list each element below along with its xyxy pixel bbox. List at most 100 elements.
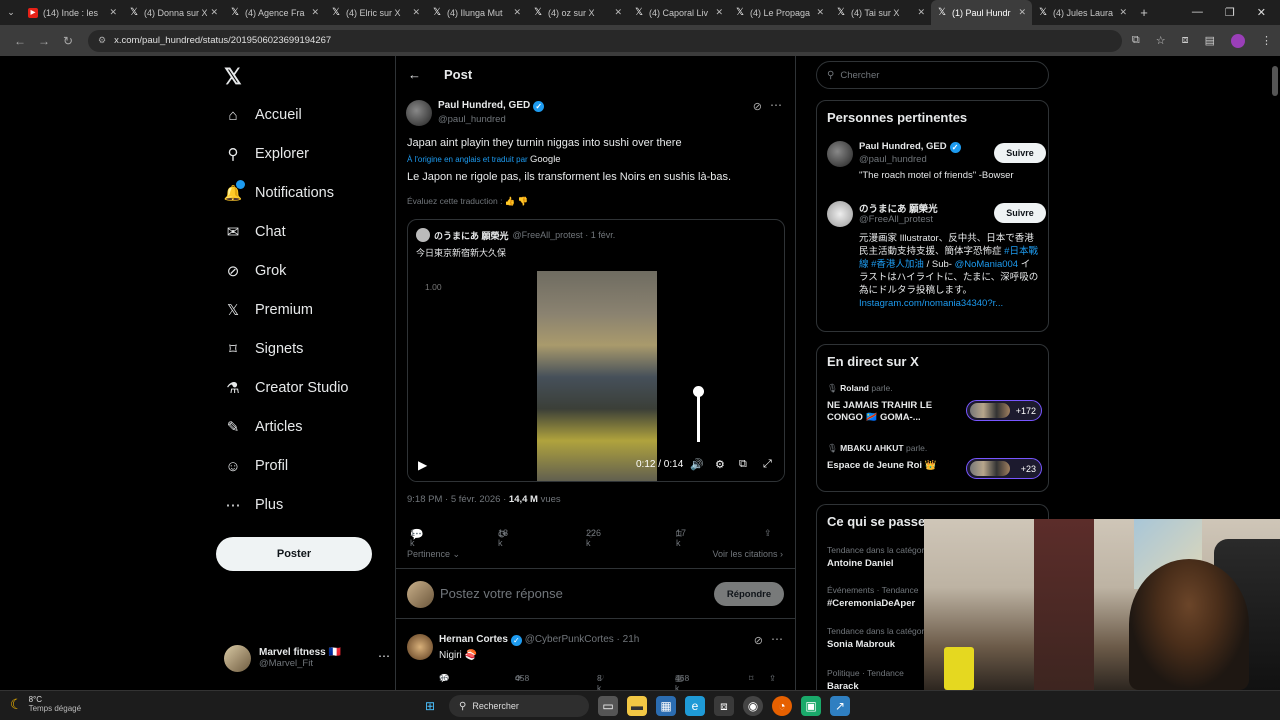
edge-icon[interactable]: e (685, 696, 705, 716)
url-input[interactable]: ⚙ x.com/paul_hundred/status/201950602369… (88, 29, 1122, 52)
close-tab-icon[interactable]: ✕ (109, 7, 117, 18)
share-icon[interactable]: ⇪ (764, 528, 772, 539)
follow-button[interactable]: Suivre (994, 143, 1046, 163)
browser-tab[interactable]: 𝕏 (4) Elric sur X ✕ (325, 0, 426, 25)
video-player[interactable]: 1.00 ▶ 0:12 / 0:14 🔊 ⚙ ⧉ ⤢ (408, 265, 784, 481)
reply-post[interactable]: Hernan Cortes ✓ @CyberPunkCortes · 21h Ni… (407, 632, 787, 693)
nav-item-accueil[interactable]: ⌂ Accueil (224, 100, 301, 130)
grok-icon[interactable]: ⊘ (753, 100, 762, 113)
sort-dropdown[interactable]: Pertinence ⌄ (407, 549, 460, 559)
play-icon[interactable]: ▶ (418, 458, 427, 472)
install-icon[interactable]: ⧉ (1132, 34, 1140, 48)
author-name[interactable]: Paul Hundred, GED ✓ (438, 100, 545, 112)
nav-item-plus[interactable]: ⋯ Plus (224, 490, 284, 520)
x-logo-icon[interactable]: 𝕏 (224, 64, 242, 90)
nav-item-profil[interactable]: ☺ Profil (224, 451, 288, 481)
sidebar-icon[interactable]: ▤ (1205, 34, 1215, 48)
chrome-icon[interactable]: ◉ (743, 696, 763, 716)
taskbar-search[interactable]: ⚲ Rechercher (449, 695, 589, 717)
app-icon[interactable]: ▣ (801, 696, 821, 716)
video-frame[interactable] (537, 271, 657, 481)
browser-tab[interactable]: ▸ (14) Inde : les ✕ (22, 0, 123, 25)
volume-knob[interactable] (693, 386, 704, 397)
close-tab-icon[interactable]: ✕ (614, 7, 622, 18)
microsoft-store-icon[interactable]: ⧈ (714, 696, 734, 716)
view-quotes-link[interactable]: Voir les citations › (712, 549, 783, 559)
quoted-post[interactable]: のうまにあ 願榮光 @FreeAll_protest · 1 févr. 今日東… (407, 219, 785, 482)
reload-icon[interactable]: ↻ (56, 34, 80, 48)
close-tab-icon[interactable]: ✕ (1119, 7, 1127, 18)
space-listeners-pill[interactable]: +172 (966, 400, 1042, 421)
browser-tab[interactable]: 𝕏 (4) Agence Fra ✕ (224, 0, 325, 25)
site-info-icon[interactable]: ⚙ (98, 35, 106, 46)
back-arrow-icon[interactable]: ← (8, 34, 32, 48)
more-icon[interactable]: ⋯ (770, 98, 782, 112)
nav-item-creator-studio[interactable]: ⚗ Creator Studio (224, 373, 348, 403)
profile-avatar[interactable] (1231, 33, 1245, 48)
close-tab-icon[interactable]: ✕ (1018, 7, 1026, 18)
close-tab-icon[interactable]: ✕ (513, 7, 521, 18)
browser-tab[interactable]: 𝕏 (1) Paul Hundr ✕ (931, 0, 1032, 25)
scrollbar-thumb[interactable] (1272, 66, 1278, 96)
nav-item-notifications[interactable]: 🔔 Notifications (224, 178, 334, 208)
extensions-icon[interactable]: ⧈ (1182, 34, 1189, 48)
weather-widget[interactable]: ☾ 8°C Temps dégagé (10, 695, 81, 713)
bookmark-star-icon[interactable]: ☆ (1156, 34, 1166, 48)
grok-icon[interactable]: ⊘ (754, 634, 763, 647)
windows-start-icon[interactable]: ⊞ (420, 696, 440, 716)
close-tab-icon[interactable]: ✕ (917, 7, 925, 18)
avatar[interactable] (406, 100, 432, 126)
close-tab-icon[interactable]: ✕ (816, 7, 824, 18)
task-view-icon[interactable]: ▭ (598, 696, 618, 716)
nav-item-chat[interactable]: ✉ Chat (224, 217, 286, 247)
thumbs-up-icon[interactable]: 👍 (505, 196, 516, 206)
thumbs-down-icon[interactable]: 👎 (518, 196, 529, 206)
firefox-icon[interactable]: ◔ (772, 696, 792, 716)
nav-item-grok[interactable]: ⊘ Grok (224, 256, 287, 286)
author-handle[interactable]: @paul_hundred (438, 114, 506, 125)
live-space-item[interactable]: 🎙 MBAKU AHKUT parle. Espace de Jeune Roi… (827, 443, 1042, 479)
more-icon[interactable]: ⋯ (771, 632, 783, 646)
settings-gear-icon[interactable]: ⚙ (715, 458, 725, 471)
back-arrow-icon[interactable]: ← (408, 67, 428, 82)
more-icon[interactable]: ⋯ (378, 649, 390, 663)
browser-tab[interactable]: 𝕏 (4) Le Propaga ✕ (729, 0, 830, 25)
tab-list-icon[interactable]: ⌄ (0, 7, 22, 18)
close-tab-icon[interactable]: ✕ (715, 7, 723, 18)
close-tab-icon[interactable]: ✕ (412, 7, 420, 18)
mention-link[interactable]: @NoMania004 (955, 259, 1019, 270)
new-tab-button[interactable]: + (1133, 5, 1155, 20)
post-button[interactable]: Poster (216, 537, 372, 571)
browser-tab[interactable]: 𝕏 (4) Tai sur X ✕ (830, 0, 931, 25)
menu-kebab-icon[interactable]: ⋮ (1261, 34, 1272, 48)
reply-author[interactable]: Hernan Cortes ✓ @CyberPunkCortes · 21h (439, 634, 639, 646)
instagram-link[interactable]: Instagram.com/nomania34340?r... (859, 298, 1003, 309)
pip-icon[interactable]: ⧉ (739, 458, 747, 471)
reply-submit-button[interactable]: Répondre (714, 582, 784, 606)
nav-item-explorer[interactable]: ⚲ Explorer (224, 139, 310, 169)
live-space-item[interactable]: 🎙 Roland parle. NE JAMAIS TRAHIR LE CONG… (827, 383, 1042, 424)
forward-arrow-icon[interactable]: → (32, 34, 56, 48)
browser-tab[interactable]: 𝕏 (4) Donna sur X ✕ (123, 0, 224, 25)
browser-tab[interactable]: 𝕏 (4) Jules Laura ✕ (1032, 0, 1133, 25)
fullscreen-icon[interactable]: ⤢ (763, 458, 772, 471)
follow-button[interactable]: Suivre (994, 203, 1046, 223)
close-tab-icon[interactable]: ✕ (210, 7, 218, 18)
file-explorer-icon[interactable]: ▬ (627, 696, 647, 716)
close-tab-icon[interactable]: ✕ (311, 7, 319, 18)
nav-item-premium[interactable]: 𝕏 Premium (224, 295, 313, 325)
browser-tab[interactable]: 𝕏 (4) Caporal Liv ✕ (628, 0, 729, 25)
browser-tab[interactable]: 𝕏 (4) oz sur X ✕ (527, 0, 628, 25)
share-icon[interactable]: ⇪ (769, 673, 776, 684)
browser-tab[interactable]: 𝕏 (4) Ilunga Mut ✕ (426, 0, 527, 25)
account-switcher[interactable]: Marvel fitness 🇫🇷 @Marvel_Fit ⋯ (224, 643, 394, 673)
volume-icon[interactable]: 🔊 (690, 458, 704, 471)
nav-item-signets[interactable]: ⌑ Signets (224, 334, 303, 364)
app-icon-blue[interactable]: ↗ (830, 696, 850, 716)
translation-note[interactable]: À l'origine en anglais et traduit par Go… (407, 154, 561, 165)
maximize-icon[interactable]: ❐ (1225, 6, 1235, 19)
minimize-icon[interactable]: — (1192, 6, 1203, 19)
reply-input[interactable]: Postez votre réponse (440, 586, 563, 601)
bookmark-icon[interactable]: ⌑ (749, 673, 753, 684)
store-icon[interactable]: ▦ (656, 696, 676, 716)
